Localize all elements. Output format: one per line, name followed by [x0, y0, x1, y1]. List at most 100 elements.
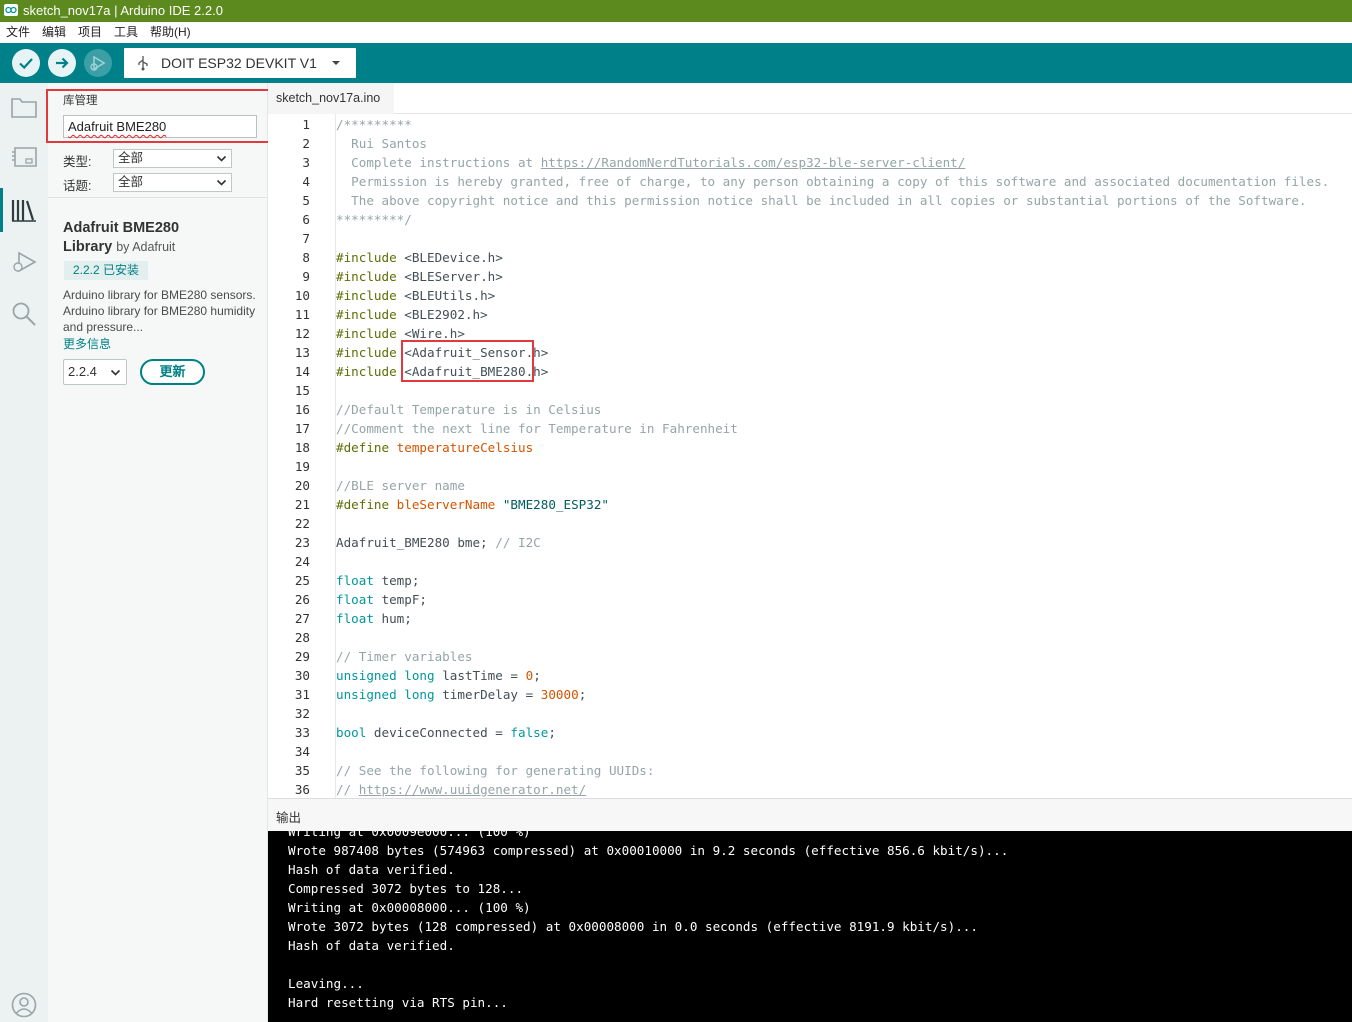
installed-badge: 2.2.2 已安装	[64, 261, 149, 280]
search-icon	[12, 302, 36, 326]
arrow-right-icon	[56, 57, 69, 69]
account-button[interactable]	[10, 991, 38, 1019]
verify-button[interactable]	[12, 49, 40, 77]
upload-button[interactable]	[48, 49, 76, 77]
version-value: 2.2.4	[68, 364, 97, 379]
line-number: 18	[294, 440, 310, 455]
output-line: Writing at 0x00008000... (100 %)	[288, 900, 531, 915]
code-text: #define temperatureCelsius	[336, 440, 534, 455]
topic-filter-value: 全部	[118, 175, 144, 189]
line-number: 36	[294, 782, 310, 797]
code-text: float tempF;	[336, 592, 427, 607]
code-text: #include <BLE2902.h>	[336, 307, 488, 322]
code-text: //BLE server name	[336, 478, 465, 493]
line-number: 4	[302, 174, 310, 189]
update-button[interactable]: 更新	[140, 359, 205, 385]
code-text: Permission is hereby granted, free of ch…	[336, 174, 1330, 189]
line-number: 23	[294, 535, 310, 550]
line-number: 33	[294, 725, 310, 740]
line-number: 29	[294, 649, 310, 664]
output-line: Leaving...	[288, 976, 364, 991]
sketchbook-button[interactable]	[10, 93, 38, 121]
code-line: 29 // Timer variables	[268, 647, 1352, 666]
window-title: sketch_nov17a | Arduino IDE 2.2.0	[23, 3, 223, 18]
output-line: Wrote 987408 bytes (574963 compressed) a…	[288, 843, 1009, 858]
window-titlebar: sketch_nov17a | Arduino IDE 2.2.0	[0, 0, 1352, 22]
code-text: //Default Temperature is in Celsius	[336, 402, 602, 417]
library-manager-title: 库管理	[63, 95, 98, 107]
debug-panel-button[interactable]	[10, 248, 38, 276]
code-text: // Timer variables	[336, 649, 473, 664]
type-filter-value: 全部	[118, 151, 144, 165]
line-number: 22	[294, 516, 310, 531]
board-icon	[12, 147, 37, 167]
library-author: by Adafruit	[116, 240, 176, 254]
code-line: 10 #include <BLEUtils.h>	[268, 286, 1352, 305]
line-number: 16	[294, 402, 310, 417]
code-line: 17 //Comment the next line for Temperatur…	[268, 419, 1352, 438]
output-line: Compressed 3072 bytes to 128...	[288, 881, 524, 896]
line-number: 25	[294, 573, 310, 588]
code-line: 11 #include <BLE2902.h>	[268, 305, 1352, 324]
code-line: 6 *********/	[268, 210, 1352, 229]
menu-help[interactable]: 帮助(H)	[150, 22, 191, 43]
topic-filter-label: 话题:	[63, 179, 92, 193]
output-console[interactable]: Writing at 0x0009e000... (100 %) Wrote 98…	[268, 831, 1352, 1022]
menu-sketch[interactable]: 项目	[78, 22, 102, 43]
board-selector[interactable]: DOIT ESP32 DEVKIT V1	[124, 48, 356, 78]
library-search-input[interactable]: Adafruit BME280	[63, 115, 257, 138]
library-result-name: Adafruit BME280 Library by Adafruit	[63, 219, 258, 257]
code-text: #include <BLEDevice.h>	[336, 250, 503, 265]
code-editor[interactable]: 1/********* 2 Rui Santos 3 Complete instru…	[268, 114, 1352, 798]
line-number: 27	[294, 611, 310, 626]
activity-sidebar	[0, 83, 48, 1022]
code-line: 34	[268, 742, 1352, 761]
code-text: //Comment the next line for Temperature …	[336, 421, 738, 436]
more-info-link[interactable]: 更多信息	[63, 335, 111, 352]
check-icon	[19, 58, 33, 70]
code-line: 25 float temp;	[268, 571, 1352, 590]
menu-edit[interactable]: 编辑	[42, 22, 66, 43]
type-filter-label: 类型:	[63, 155, 92, 169]
line-number: 5	[302, 193, 310, 208]
usb-icon	[138, 56, 148, 71]
type-filter-select[interactable]: 全部	[113, 149, 232, 168]
code-line: 31 unsigned long timerDelay = 30000;	[268, 685, 1352, 704]
code-line: 32	[268, 704, 1352, 723]
code-line: 35 // See the following for generating UU…	[268, 761, 1352, 780]
debug-button[interactable]	[84, 49, 112, 77]
library-description: Arduino library for BME280 sensors. Ardu…	[63, 288, 256, 334]
line-number: 10	[294, 288, 310, 303]
code-text: Adafruit_BME280 bme; // I2C	[336, 535, 541, 550]
code-text: // https://www.uuidgenerator.net/	[336, 782, 587, 797]
code-line: 7	[268, 229, 1352, 248]
code-text: float temp;	[336, 573, 420, 588]
tab-sketch-file[interactable]: sketch_nov17a.ino	[268, 83, 394, 114]
line-number: 12	[294, 326, 310, 341]
toolbar: DOIT ESP32 DEVKIT V1	[0, 43, 1352, 83]
code-line: 2 Rui Santos	[268, 134, 1352, 153]
line-number: 17	[294, 421, 310, 436]
code-text: // See the following for generating UUID…	[336, 763, 655, 778]
code-text: Rui Santos	[336, 136, 427, 151]
chevron-down-icon	[216, 155, 227, 162]
chevron-down-icon	[332, 61, 340, 65]
line-number: 28	[294, 630, 310, 645]
library-manager-button[interactable]	[10, 196, 38, 224]
line-number: 13	[294, 345, 310, 360]
boards-manager-button[interactable]	[10, 143, 38, 171]
menu-file[interactable]: 文件	[6, 22, 30, 43]
code-line: 1 /*********	[268, 115, 1352, 134]
output-title: 输出	[276, 811, 302, 825]
search-button[interactable]	[10, 300, 38, 328]
output-line: Hash of data verified.	[288, 938, 455, 953]
output-line: Wrote 3072 bytes (128 compressed) at 0x0…	[288, 919, 978, 934]
code-text: #define bleServerName "BME280_ESP32"	[336, 497, 609, 512]
topic-filter-select[interactable]: 全部	[113, 173, 232, 192]
library-search-value: Adafruit BME280	[68, 119, 167, 134]
board-name: DOIT ESP32 DEVKIT V1	[161, 55, 317, 71]
code-line: 3 Complete instructions at https://Rando…	[268, 153, 1352, 172]
code-line: 18 #define temperatureCelsius	[268, 438, 1352, 457]
version-select[interactable]: 2.2.4	[63, 359, 127, 385]
menu-tools[interactable]: 工具	[114, 22, 138, 43]
